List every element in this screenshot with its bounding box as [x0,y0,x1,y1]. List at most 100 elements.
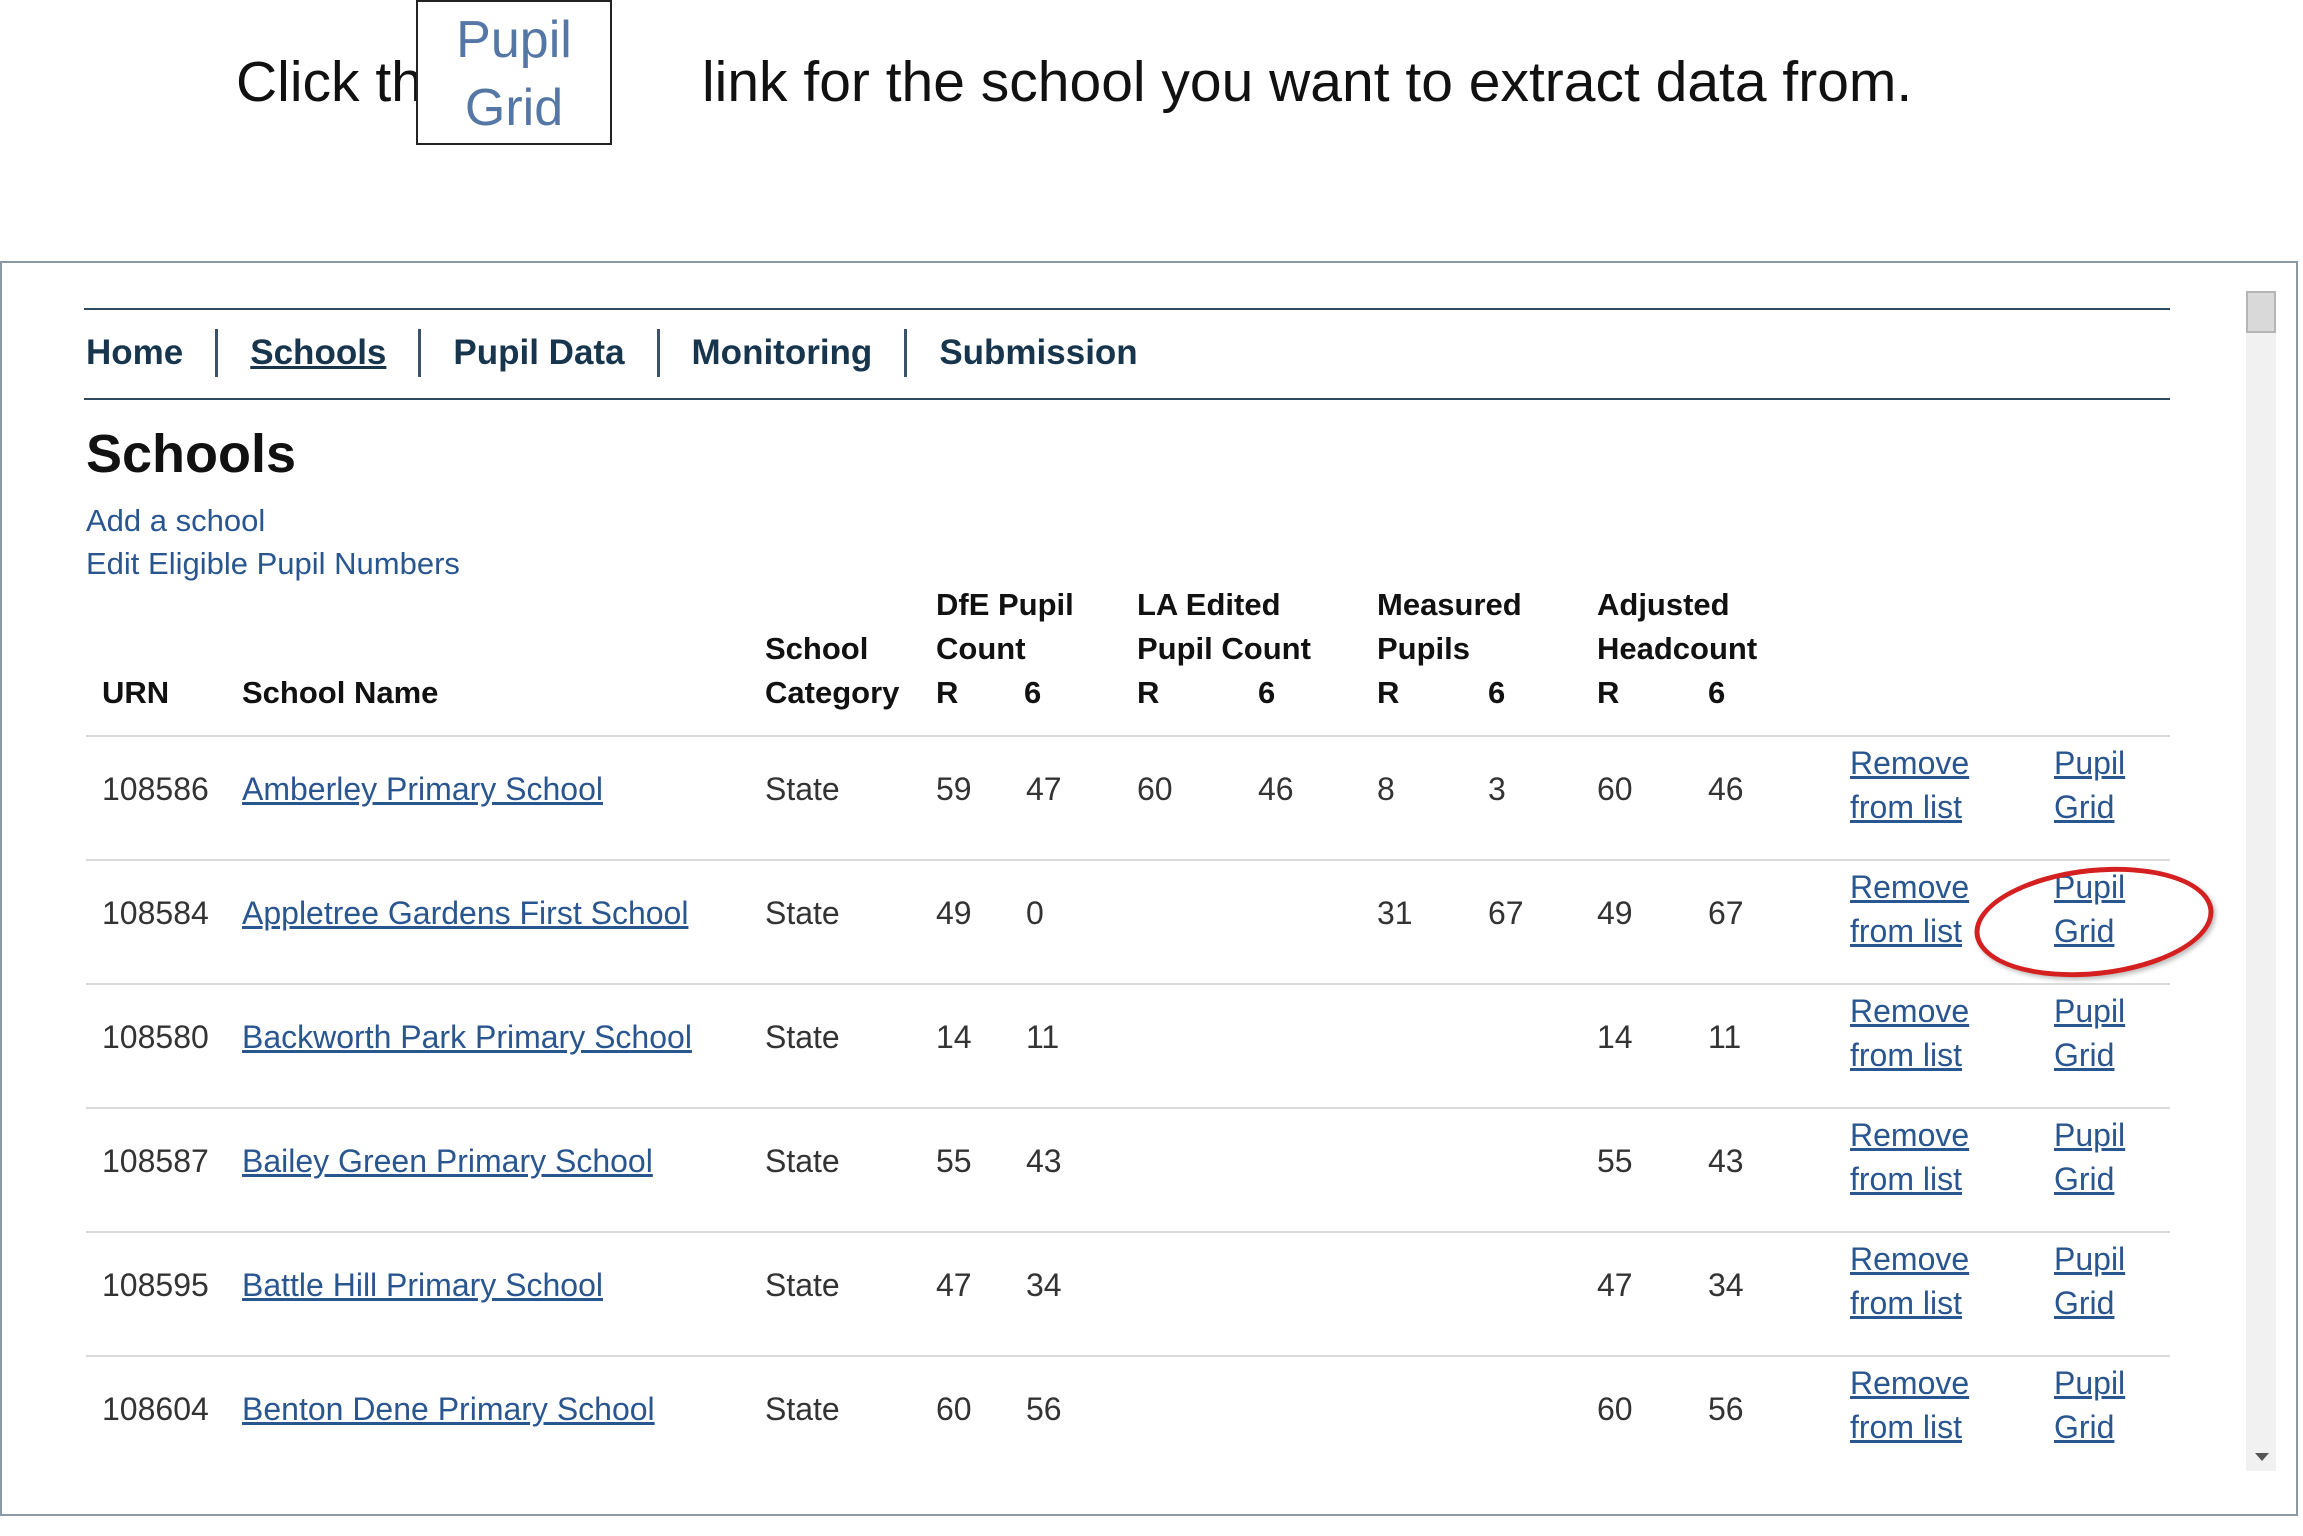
header-dfe-6: 6 [1024,675,1042,710]
header-adjusted-r: R [1597,675,1620,710]
remove-label-2: from list [1850,913,1962,949]
cell-adjusted-r: 14 [1597,1019,1633,1055]
grid-label-1: Pupil [2054,993,2126,1029]
remove-label-1: Remove [1850,1117,1970,1153]
cell-dfe-6: 11 [1026,1019,1060,1055]
header-school-name: School Name [242,675,439,710]
remove-from-list-link[interactable]: Remove from list [1850,865,1969,953]
remove-label-1: Remove [1850,745,1970,781]
nav-schools[interactable]: Schools [215,329,418,377]
pupil-grid-link[interactable]: Pupil Grid [2054,741,2125,829]
cell-category: State [765,1391,840,1427]
remove-from-list-link[interactable]: Remove from list [1850,989,1969,1077]
grid-label-1: Pupil [2054,1241,2126,1277]
cell-category: State [765,895,840,931]
cell-dfe-6: 34 [1026,1267,1062,1303]
school-name-link[interactable]: Backworth Park Primary School [242,1015,692,1059]
header-la-r: R [1137,675,1160,710]
instruction-prefix: Click th [236,50,423,114]
callout-line-1: Pupil [456,11,572,69]
cell-dfe-r: 47 [936,1267,972,1303]
nav-submission[interactable]: Submission [904,329,1169,377]
cell-adjusted-6: 34 [1708,1267,1744,1303]
header-urn: URN [102,675,170,710]
cell-adjusted-6: 56 [1708,1391,1744,1427]
page-title: Schools [86,424,297,484]
scrollbar-thumb[interactable] [2246,291,2276,333]
cell-category: State [765,1143,840,1179]
pupil-grid-link[interactable]: Pupil Grid [2054,1361,2125,1449]
cell-dfe-6: 56 [1026,1391,1062,1427]
remove-label-2: from list [1850,1409,1962,1445]
cell-dfe-6: 43 [1026,1143,1062,1179]
cell-measured-6: 67 [1488,895,1524,931]
header-measured-r: R [1377,675,1400,710]
remove-from-list-link[interactable]: Remove from list [1850,1237,1969,1325]
vertical-scrollbar[interactable] [2246,291,2276,1471]
header-dfe-2: Count [936,631,1026,666]
grid-label-1: Pupil [2054,1117,2126,1153]
cell-urn: 108580 [102,1019,209,1055]
nav-pupil-data[interactable]: Pupil Data [418,329,656,377]
header-measured-6: 6 [1488,675,1506,710]
grid-label-2: Grid [2054,789,2115,825]
table-row: 108580 Backworth Park Primary School Sta… [86,983,2170,1109]
cell-measured-6: 3 [1488,771,1506,807]
cell-adjusted-6: 67 [1708,895,1744,931]
school-name-link[interactable]: Battle Hill Primary School [242,1263,603,1307]
edit-eligible-pupil-numbers-link[interactable]: Edit Eligible Pupil Numbers [86,546,460,582]
callout-line-2: Grid [464,79,564,137]
cell-measured-r: 31 [1377,895,1413,931]
pupil-grid-link[interactable]: Pupil Grid [2054,1113,2125,1201]
cell-urn: 108595 [102,1267,209,1303]
cell-adjusted-6: 43 [1708,1143,1744,1179]
remove-label-2: from list [1850,1285,1962,1321]
header-school-category-1: School [765,631,869,666]
grid-label-2: Grid [2054,1037,2115,1073]
pupil-grid-link[interactable]: Pupil Grid [2054,989,2125,1077]
remove-from-list-link[interactable]: Remove from list [1850,1113,1969,1201]
header-adjusted-6: 6 [1708,675,1726,710]
cell-adjusted-r: 60 [1597,1391,1633,1427]
header-dfe-r: R [936,675,959,710]
school-name-link[interactable]: Benton Dene Primary School [242,1387,655,1431]
remove-label-1: Remove [1850,993,1970,1029]
table-row: 108587 Bailey Green Primary School State… [86,1107,2170,1233]
pupil-grid-callout: Pupil Grid [416,0,612,145]
remove-label-2: from list [1850,1161,1962,1197]
add-school-link[interactable]: Add a school [86,503,265,539]
cell-category: State [765,771,840,807]
header-measured-1: Measured [1377,587,1522,622]
cell-dfe-6: 0 [1026,895,1044,931]
cell-dfe-r: 49 [936,895,972,931]
grid-label-2: Grid [2054,1409,2115,1445]
cell-category: State [765,1267,840,1303]
cell-dfe-r: 60 [936,1391,972,1427]
header-measured-2: Pupils [1377,631,1471,666]
header-school-category-2: Category [765,675,900,710]
remove-label-1: Remove [1850,869,1970,905]
grid-label-2: Grid [2054,1285,2115,1321]
remove-from-list-link[interactable]: Remove from list [1850,1361,1969,1449]
cell-urn: 108584 [102,895,209,931]
remove-label-1: Remove [1850,1241,1970,1277]
header-dfe-1: DfE Pupil [936,587,1074,622]
table-row: 108604 Benton Dene Primary School State … [86,1355,2170,1481]
cell-category: State [765,1019,840,1055]
cell-adjusted-6: 11 [1708,1019,1742,1055]
scroll-down-arrow-icon[interactable] [2255,1453,2269,1461]
remove-label-2: from list [1850,789,1962,825]
school-name-link[interactable]: Amberley Primary School [242,767,603,811]
cell-la-r: 60 [1137,771,1173,807]
pupil-grid-link[interactable]: Pupil Grid [2054,1237,2125,1325]
nav-monitoring[interactable]: Monitoring [656,329,905,377]
cell-la-6: 46 [1258,771,1294,807]
school-name-link[interactable]: Bailey Green Primary School [242,1139,653,1183]
school-name-link[interactable]: Appletree Gardens First School [242,891,688,935]
header-adjusted-1: Adjusted [1597,587,1730,622]
remove-label-1: Remove [1850,1365,1970,1401]
table-row: 108586 Amberley Primary School State 59 … [86,735,2170,861]
nav-home[interactable]: Home [84,329,215,377]
remove-from-list-link[interactable]: Remove from list [1850,741,1969,829]
browser-window: Home Schools Pupil Data Monitoring Submi… [0,261,2298,1516]
